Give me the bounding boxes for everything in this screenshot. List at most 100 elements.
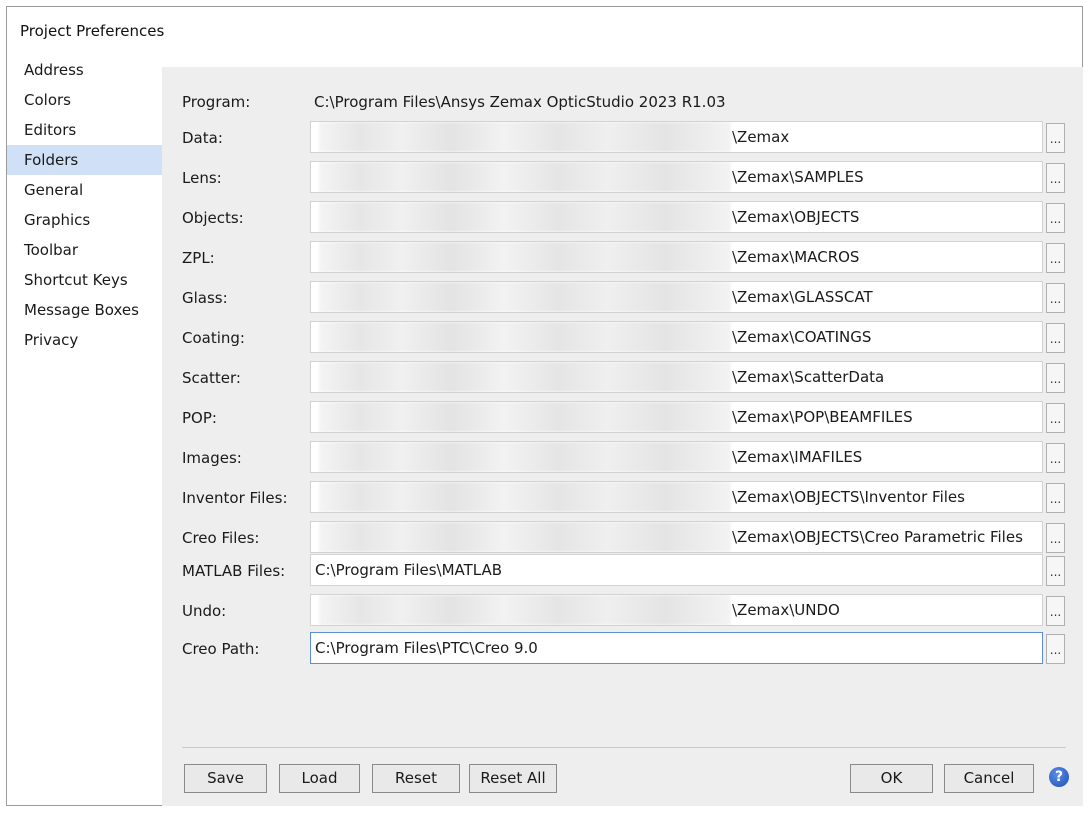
redacted-path [319,482,731,512]
undo-folder-field[interactable]: \Zemax\UNDO [310,594,1043,626]
lens-folder-value: \Zemax\SAMPLES [732,168,864,186]
preferences-dialog: Project Preferences Address Colors Edito… [6,6,1083,806]
folder-row-matlab-files: MATLAB Files: C:\Program Files\MATLAB ..… [162,552,1083,586]
redacted-path [319,442,731,472]
objects-folder-value: \Zemax\OBJECTS [732,208,860,226]
data-folder-value: \Zemax [732,128,790,146]
creo-files-label: Creo Files: [182,529,260,547]
pop-browse-button[interactable]: ... [1046,403,1065,433]
ok-button[interactable]: OK [850,764,933,793]
sidebar-item-folders[interactable]: Folders [7,145,162,175]
undo-label: Undo: [182,602,227,620]
inventor-files-label: Inventor Files: [182,489,288,507]
redacted-path [319,202,731,232]
folder-row-objects: Objects: \Zemax\OBJECTS ... [162,199,1083,233]
objects-folder-field[interactable]: \Zemax\OBJECTS [310,201,1043,233]
preferences-sidebar: Address Colors Editors Folders General G… [7,55,162,355]
sidebar-item-message-boxes[interactable]: Message Boxes [7,295,162,325]
sidebar-item-colors[interactable]: Colors [7,85,162,115]
coating-folder-value: \Zemax\COATINGS [732,328,872,346]
redacted-path [319,162,731,192]
pop-label: POP: [182,409,217,427]
sidebar-item-general[interactable]: General [7,175,162,205]
program-row: Program: C:\Program Files\Ansys Zemax Op… [162,83,1083,117]
matlab-files-label: MATLAB Files: [182,562,286,580]
creo-files-browse-button[interactable]: ... [1046,523,1065,553]
reset-button[interactable]: Reset [372,764,460,793]
inventor-files-folder-field[interactable]: \Zemax\OBJECTS\Inventor Files [310,481,1043,513]
scatter-browse-button[interactable]: ... [1046,363,1065,393]
sidebar-item-privacy[interactable]: Privacy [7,325,162,355]
program-label: Program: [182,93,251,111]
redacted-path [319,242,731,272]
creo-files-folder-value: \Zemax\OBJECTS\Creo Parametric Files [732,528,1023,546]
folder-row-lens: Lens: \Zemax\SAMPLES ... [162,159,1083,193]
objects-label: Objects: [182,209,244,227]
data-folder-field[interactable]: \Zemax [310,121,1043,153]
pop-folder-value: \Zemax\POP\BEAMFILES [732,408,913,426]
sidebar-item-shortcut-keys[interactable]: Shortcut Keys [7,265,162,295]
folder-row-glass: Glass: \Zemax\GLASSCAT ... [162,279,1083,313]
cancel-button[interactable]: Cancel [944,764,1034,793]
save-button[interactable]: Save [184,764,267,793]
redacted-path [319,522,731,552]
matlab-files-browse-button[interactable]: ... [1046,556,1065,586]
button-divider [182,747,1066,748]
creo-path-value: C:\Program Files\PTC\Creo 9.0 [315,639,538,657]
lens-label: Lens: [182,169,222,187]
sidebar-item-graphics[interactable]: Graphics [7,205,162,235]
inventor-files-folder-value: \Zemax\OBJECTS\Inventor Files [732,488,965,506]
load-button[interactable]: Load [279,764,360,793]
zpl-browse-button[interactable]: ... [1046,243,1065,273]
pop-folder-field[interactable]: \Zemax\POP\BEAMFILES [310,401,1043,433]
folder-row-creo-files: Creo Files: \Zemax\OBJECTS\Creo Parametr… [162,519,1083,553]
folders-panel: Program: C:\Program Files\Ansys Zemax Op… [162,67,1083,806]
lens-browse-button[interactable]: ... [1046,163,1065,193]
images-folder-field[interactable]: \Zemax\IMAFILES [310,441,1043,473]
scatter-folder-field[interactable]: \Zemax\ScatterData [310,361,1043,393]
creo-path-field[interactable]: C:\Program Files\PTC\Creo 9.0 [310,632,1043,664]
coating-browse-button[interactable]: ... [1046,323,1065,353]
undo-browse-button[interactable]: ... [1046,596,1065,626]
zpl-label: ZPL: [182,249,215,267]
creo-path-browse-button[interactable]: ... [1046,634,1065,664]
folder-row-undo: Undo: \Zemax\UNDO ... [162,592,1083,626]
folder-row-scatter: Scatter: \Zemax\ScatterData ... [162,359,1083,393]
sidebar-item-toolbar[interactable]: Toolbar [7,235,162,265]
images-label: Images: [182,449,242,467]
zpl-folder-value: \Zemax\MACROS [732,248,860,266]
sidebar-item-editors[interactable]: Editors [7,115,162,145]
redacted-path [319,402,731,432]
matlab-files-folder-field[interactable]: C:\Program Files\MATLAB [310,554,1043,586]
reset-all-button[interactable]: Reset All [469,764,557,793]
lens-folder-field[interactable]: \Zemax\SAMPLES [310,161,1043,193]
images-browse-button[interactable]: ... [1046,443,1065,473]
sidebar-item-address[interactable]: Address [7,55,162,85]
objects-browse-button[interactable]: ... [1046,203,1065,233]
glass-browse-button[interactable]: ... [1046,283,1065,313]
glass-folder-value: \Zemax\GLASSCAT [732,288,873,306]
scatter-folder-value: \Zemax\ScatterData [732,368,885,386]
zpl-folder-field[interactable]: \Zemax\MACROS [310,241,1043,273]
folder-row-zpl: ZPL: \Zemax\MACROS ... [162,239,1083,273]
folder-row-inventor-files: Inventor Files: \Zemax\OBJECTS\Inventor … [162,479,1083,513]
redacted-path [319,282,731,312]
redacted-path [319,362,731,392]
folder-row-data: Data: \Zemax ... [162,119,1083,153]
folder-row-creo-path: Creo Path: C:\Program Files\PTC\Creo 9.0… [162,630,1083,664]
undo-folder-value: \Zemax\UNDO [732,601,840,619]
scatter-label: Scatter: [182,369,241,387]
folder-row-pop: POP: \Zemax\POP\BEAMFILES ... [162,399,1083,433]
glass-label: Glass: [182,289,228,307]
help-icon[interactable]: ? [1049,767,1069,787]
data-browse-button[interactable]: ... [1046,123,1065,153]
creo-path-label: Creo Path: [182,640,260,658]
inventor-files-browse-button[interactable]: ... [1046,483,1065,513]
data-label: Data: [182,129,223,147]
redacted-path [319,322,731,352]
coating-folder-field[interactable]: \Zemax\COATINGS [310,321,1043,353]
program-path-value: C:\Program Files\Ansys Zemax OpticStudio… [314,93,726,111]
redacted-path [319,595,731,625]
glass-folder-field[interactable]: \Zemax\GLASSCAT [310,281,1043,313]
creo-files-folder-field[interactable]: \Zemax\OBJECTS\Creo Parametric Files [310,521,1043,553]
